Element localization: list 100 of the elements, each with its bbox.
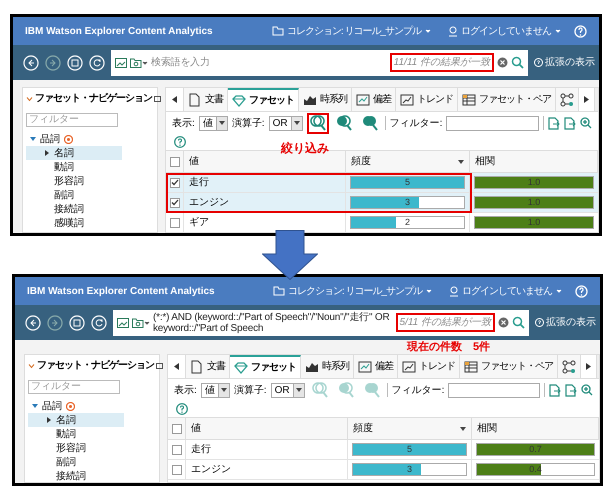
search-field[interactable]: 検索語を入力 11/11 件の結果が一致 — [111, 50, 528, 76]
search-icon[interactable] — [512, 316, 525, 329]
tree-item[interactable]: 感嘆詞 — [26, 216, 122, 230]
tab[interactable]: ファセット — [228, 88, 299, 111]
tab[interactable]: 時系列 — [301, 355, 354, 378]
back-icon[interactable] — [23, 54, 39, 70]
filter-field[interactable] — [446, 116, 539, 130]
tab[interactable] — [556, 88, 579, 111]
scroll-left-button[interactable] — [166, 88, 184, 111]
display-select[interactable]: 値 — [198, 116, 228, 130]
tab[interactable]: ファセット・ペア — [458, 88, 556, 111]
caret-icon — [220, 388, 227, 392]
tab[interactable]: 文書 — [184, 88, 228, 111]
tab[interactable]: トレンド — [396, 88, 458, 111]
collection-menu[interactable]: コレクション: リコール_サンプル — [288, 284, 422, 298]
checkbox[interactable] — [172, 444, 182, 454]
login-menu[interactable]: ログインしていません — [461, 24, 551, 38]
tree-item[interactable]: 副詞 — [26, 188, 122, 202]
folder-icon — [272, 26, 284, 36]
tab[interactable]: ファセット・ペア — [460, 355, 558, 378]
checkbox[interactable] — [170, 178, 180, 188]
checkbox[interactable] — [170, 218, 180, 228]
checkbox[interactable] — [172, 464, 182, 474]
clear-icon[interactable] — [497, 57, 508, 68]
operator-select[interactable]: OR — [270, 382, 305, 398]
export-icon[interactable] — [549, 384, 561, 396]
column-header[interactable]: 頻度 — [346, 151, 470, 172]
caret-icon — [424, 28, 432, 34]
column-header[interactable]: 相関 — [472, 418, 599, 439]
forward-icon[interactable] — [47, 314, 63, 330]
tab[interactable]: トレンド — [398, 355, 460, 378]
tab[interactable] — [558, 355, 581, 378]
annotation-text: 現在の件数 5件 — [407, 340, 490, 354]
advanced-link[interactable]: 拡張の表示 — [546, 315, 596, 330]
clear-icon[interactable] — [498, 317, 509, 328]
filter-field[interactable]: フィルター — [26, 112, 118, 126]
tree-item[interactable]: 副詞 — [28, 455, 124, 469]
field-label: 表示: — [174, 384, 197, 398]
tree-item[interactable]: 名詞 — [26, 146, 122, 160]
column-header[interactable]: 相関 — [470, 151, 598, 172]
help-icon[interactable] — [174, 136, 186, 148]
tree-item[interactable]: 形容詞 — [28, 441, 124, 455]
tab[interactable]: ファセット — [230, 355, 301, 378]
collection-menu[interactable]: コレクション: リコール_サンプル — [286, 24, 421, 38]
tree-item[interactable]: 接続詞 — [28, 469, 124, 483]
bar-value: 5 — [404, 177, 411, 188]
save-icon[interactable] — [69, 314, 85, 330]
advanced-link[interactable]: 拡張の表示 — [545, 55, 595, 70]
save-icon[interactable] — [67, 54, 83, 70]
search-field[interactable]: (*:*) AND (keyword::/"Part of Speech"/"Noun"/"走行" OR keyword::/"Part of Speech 5/11 件の結果が一致 — [113, 310, 529, 336]
refresh-icon[interactable] — [91, 314, 107, 330]
search-icon[interactable] — [511, 56, 524, 69]
check-icon — [170, 199, 178, 206]
column-header[interactable]: 頻度 — [348, 418, 472, 439]
image-icon — [117, 318, 129, 328]
zoom-in-icon[interactable] — [581, 384, 593, 396]
bar-value: 1.0 — [526, 217, 542, 228]
checkbox[interactable] — [172, 424, 182, 434]
refine-button[interactable] — [306, 112, 329, 134]
column-header[interactable]: 値 — [186, 418, 348, 439]
tree-item[interactable]: 品詞 — [28, 399, 124, 413]
chevron-icon — [26, 96, 33, 102]
tab[interactable]: 偏差 — [354, 355, 398, 378]
checkbox[interactable] — [170, 156, 180, 166]
tree-item[interactable]: 品詞 — [26, 132, 122, 146]
refresh-icon[interactable] — [89, 54, 105, 70]
table-row[interactable]: ギア 2 1.0 — [166, 213, 598, 233]
collapse-icon — [154, 95, 161, 102]
filter-field[interactable]: フィルター — [28, 380, 120, 394]
scroll-right-button[interactable] — [581, 355, 597, 378]
display-select[interactable]: 値 — [200, 382, 230, 398]
table-row[interactable]: エンジン 3 1.0 — [166, 193, 598, 213]
export-icon[interactable] — [548, 116, 560, 130]
table-row[interactable]: 走行 5 1.0 — [166, 173, 598, 193]
tree-item[interactable]: 名詞 — [28, 413, 124, 427]
scroll-left-button[interactable] — [168, 355, 186, 378]
left-arrow-icon — [172, 96, 177, 103]
tab[interactable]: 時系列 — [299, 88, 352, 111]
bar-value: 0.7 — [528, 444, 543, 455]
login-menu[interactable]: ログインしていません — [462, 284, 552, 298]
forward-icon[interactable] — [45, 54, 61, 70]
table-row[interactable]: 走行 5 0.7 — [168, 440, 599, 460]
tab[interactable]: 偏差 — [352, 88, 396, 111]
back-icon[interactable] — [25, 314, 41, 330]
table-cell-text: エンジン — [191, 463, 231, 477]
tree-item[interactable]: 動詞 — [26, 160, 122, 174]
tab[interactable]: 文書 — [186, 355, 230, 378]
zoom-in-icon[interactable] — [580, 116, 592, 130]
export-icon[interactable] — [564, 116, 576, 130]
scroll-right-button[interactable] — [579, 88, 595, 111]
help-icon[interactable] — [176, 403, 188, 415]
checkbox[interactable] — [170, 198, 180, 208]
tree-item[interactable]: 動詞 — [28, 427, 124, 441]
tree-item[interactable]: 形容詞 — [26, 174, 122, 188]
folder-search-icon — [132, 318, 150, 328]
operator-select[interactable]: OR — [268, 116, 303, 130]
tree-item[interactable]: 接続詞 — [26, 202, 122, 216]
export-icon[interactable] — [565, 384, 577, 396]
caret-icon — [218, 121, 225, 125]
filter-field[interactable] — [448, 382, 540, 398]
